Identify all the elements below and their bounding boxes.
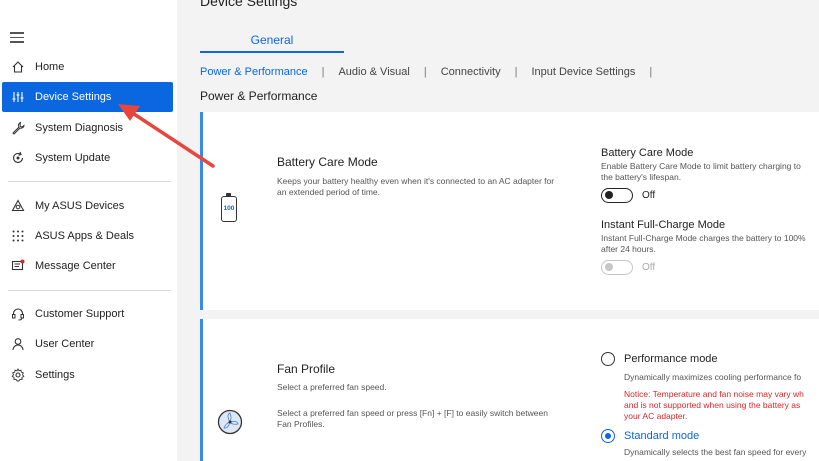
battery-care-card: 100 Battery Care Mode Keeps your battery…: [200, 112, 819, 310]
card-title: Fan Profile: [277, 362, 336, 376]
wrench-icon: [11, 121, 25, 135]
standard-mode-description: Dynamically selects the best fan speed f…: [624, 447, 807, 457]
card-description-line: Select a preferred fan speed or press [F…: [277, 408, 548, 418]
update-icon: [11, 151, 25, 165]
sidebar-item-label: System Update: [35, 152, 111, 164]
subtab-connectivity[interactable]: Connectivity: [441, 66, 501, 78]
sidebar-item-label: Message Center: [35, 260, 116, 272]
subtab-separator: |: [514, 66, 518, 78]
option-description-line: after 24 hours.: [601, 244, 656, 254]
subtab-separator: |: [321, 66, 325, 78]
devices-icon: [11, 199, 25, 213]
subtab-bar: Power & Performance | Audio & Visual | C…: [200, 66, 666, 78]
sidebar-item-label: Home: [35, 61, 65, 73]
sidebar-item-label: User Center: [35, 338, 95, 350]
card-description-line: Fan Profiles.: [277, 419, 325, 429]
headset-icon: [11, 307, 25, 321]
card-description-line: Keeps your battery healthy even when it'…: [277, 176, 555, 186]
subtab-input-device-settings[interactable]: Input Device Settings: [531, 66, 635, 78]
sidebar: Home Device Settings System Diagnosis Sy…: [0, 0, 177, 461]
performance-notice-line: Notice: Temperature and fan noise may va…: [624, 389, 804, 399]
home-icon: [11, 60, 25, 74]
user-icon: [11, 337, 25, 351]
battery-care-toggle-label: Off: [642, 190, 656, 201]
sidebar-item-user-center[interactable]: User Center: [2, 329, 173, 359]
sidebar-item-label: System Diagnosis: [35, 122, 124, 134]
page-title: Device Settings: [200, 0, 298, 9]
message-icon: [11, 259, 25, 273]
sidebar-item-label: My ASUS Devices: [35, 200, 125, 212]
performance-notice-line: and is not supported when using the batt…: [624, 400, 801, 410]
subtab-separator: |: [649, 66, 653, 78]
instant-full-charge-toggle[interactable]: [601, 260, 633, 275]
subtab-separator: |: [423, 66, 427, 78]
option-description-line: the battery's lifespan.: [601, 172, 682, 182]
standard-mode-radio[interactable]: [601, 429, 615, 443]
sidebar-divider: [8, 290, 171, 291]
main-content: Device Settings General Power & Performa…: [177, 0, 819, 461]
sidebar-item-home[interactable]: Home: [2, 52, 173, 82]
option-description-line: Enable Battery Care Mode to limit batter…: [601, 161, 801, 171]
card-subtitle: Select a preferred fan speed.: [277, 382, 387, 392]
instant-full-charge-title: Instant Full-Charge Mode: [601, 219, 726, 231]
fan-profile-card: Fan Profile Select a preferred fan speed…: [200, 319, 819, 461]
sidebar-item-label: Settings: [35, 369, 75, 381]
sliders-icon: [11, 90, 25, 104]
sidebar-item-message-center[interactable]: Message Center: [2, 251, 173, 281]
performance-notice-line: your AC adapter.: [624, 411, 688, 421]
performance-mode-label[interactable]: Performance mode: [624, 353, 718, 365]
standard-mode-label[interactable]: Standard mode: [624, 430, 699, 442]
sidebar-item-label: Customer Support: [35, 308, 125, 320]
performance-mode-description: Dynamically maximizes cooling performanc…: [624, 372, 802, 382]
fan-icon: [217, 409, 243, 435]
card-title: Battery Care Mode: [277, 155, 378, 169]
sidebar-item-device-settings[interactable]: Device Settings: [2, 82, 173, 112]
section-heading: Power & Performance: [200, 89, 318, 103]
apps-grid-icon: [11, 229, 25, 243]
sidebar-item-customer-support[interactable]: Customer Support: [2, 299, 173, 329]
battery-care-option-title: Battery Care Mode: [601, 147, 694, 159]
sidebar-item-my-asus-devices[interactable]: My ASUS Devices: [2, 191, 173, 221]
sidebar-item-label: Device Settings: [35, 91, 112, 103]
card-description-line: an extended period of time.: [277, 187, 381, 197]
gear-icon: [11, 368, 25, 382]
subtab-audio-visual[interactable]: Audio & Visual: [338, 66, 409, 78]
battery-icon: 100: [221, 193, 237, 222]
option-description-line: Instant Full-Charge Mode charges the bat…: [601, 233, 806, 243]
performance-mode-radio[interactable]: [601, 352, 615, 366]
instant-full-charge-toggle-label: Off: [642, 262, 656, 273]
sidebar-item-system-update[interactable]: System Update: [2, 143, 173, 173]
sidebar-item-label: ASUS Apps & Deals: [35, 230, 135, 242]
hamburger-menu-icon[interactable]: [10, 32, 24, 43]
sidebar-item-settings[interactable]: Settings: [2, 360, 173, 390]
sidebar-item-asus-apps-deals[interactable]: ASUS Apps & Deals: [2, 221, 173, 251]
sidebar-divider: [8, 181, 171, 182]
subtab-power-performance[interactable]: Power & Performance: [200, 66, 308, 78]
sidebar-item-system-diagnosis[interactable]: System Diagnosis: [2, 113, 173, 143]
battery-care-toggle[interactable]: [601, 188, 633, 203]
tab-general[interactable]: General: [200, 33, 344, 53]
